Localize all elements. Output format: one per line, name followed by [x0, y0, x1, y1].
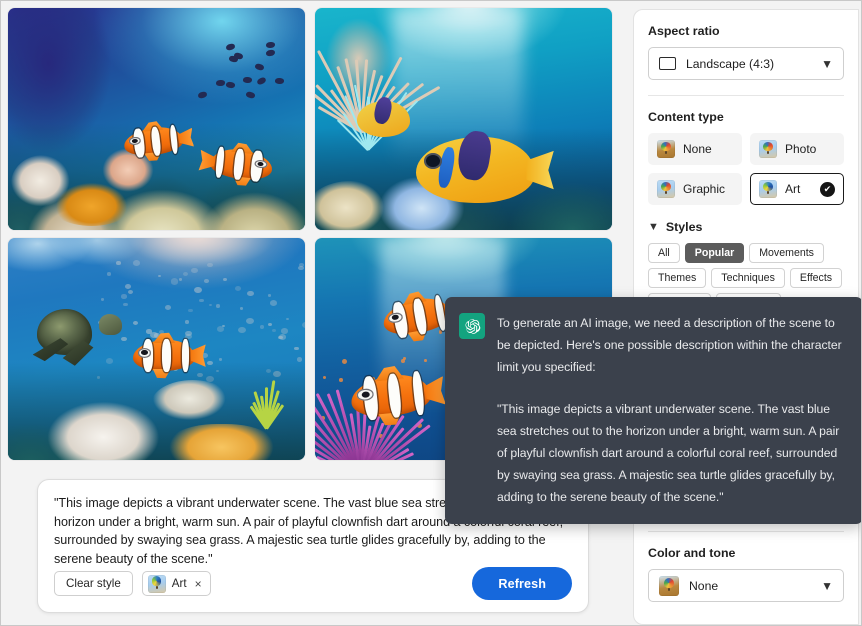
content-type-label-none: None	[683, 142, 712, 156]
green-sea-grass	[240, 371, 293, 430]
clownfish-2	[348, 372, 433, 420]
chevron-down-icon[interactable]: ▼	[821, 579, 833, 593]
aspect-ratio-select[interactable]: Landscape (4:3) ▼	[648, 47, 844, 80]
app-window: "This image depicts a vibrant underwater…	[0, 0, 862, 626]
content-type-art[interactable]: Art ✔	[750, 173, 844, 205]
style-chip-movements[interactable]: Movements	[749, 243, 824, 263]
style-chip-label: Art	[171, 577, 187, 590]
balloon-sand-icon	[659, 575, 679, 596]
close-icon[interactable]: ×	[195, 577, 202, 591]
prompt-controls: Clear style Art × Refresh	[54, 567, 572, 600]
clear-style-button[interactable]: Clear style	[54, 571, 133, 596]
balloon-sky-icon	[759, 140, 777, 158]
divider	[648, 531, 844, 532]
content-type-none[interactable]: None	[648, 133, 742, 165]
content-type-graphic[interactable]: Graphic	[648, 173, 742, 205]
content-type-label-art: Art	[785, 182, 801, 196]
generated-image-1[interactable]	[8, 8, 305, 230]
mushroom-coral	[150, 380, 234, 429]
lighting-label: Lighting	[648, 624, 844, 625]
color-and-tone-value: None	[689, 578, 719, 593]
styles-section-header[interactable]: ▼ Styles	[648, 220, 844, 234]
content-type-label-graphic: Graphic	[683, 182, 726, 196]
color-and-tone-label: Color and tone	[648, 546, 736, 560]
balloon-art-icon	[147, 574, 166, 593]
content-type-label: Content type	[648, 110, 724, 124]
style-chip-techniques[interactable]: Techniques	[711, 268, 785, 288]
style-chip-effects[interactable]: Effects	[789, 268, 843, 288]
clear-style-label: Clear style	[66, 577, 121, 590]
color-and-tone-select[interactable]: None ▼	[648, 569, 844, 602]
yellow-purple-fish	[415, 129, 554, 204]
styles-label: Styles	[665, 220, 703, 234]
checkmark-icon: ✔	[820, 181, 835, 197]
rectangle-icon	[659, 57, 676, 70]
clownfish-1	[122, 125, 185, 158]
aspect-ratio-label: Aspect ratio	[648, 24, 720, 38]
content-type-photo[interactable]: Photo	[750, 133, 844, 165]
tooltip-text: To generate an AI image, we need a descr…	[497, 312, 845, 508]
clownfish-1	[132, 332, 206, 379]
ai-description-tooltip: To generate an AI image, we need a descr…	[445, 297, 861, 524]
chevron-down-icon[interactable]: ▼	[821, 57, 833, 71]
style-chip-art[interactable]: Art ×	[141, 571, 211, 596]
balloon-art-icon	[759, 180, 777, 198]
generated-image-3[interactable]	[8, 238, 305, 460]
balloon-sky-icon	[657, 180, 675, 198]
content-type-grid: None Photo Graphic Art ✔	[648, 133, 844, 205]
small-fish	[356, 95, 411, 137]
balloon-sand-icon	[657, 140, 675, 158]
divider	[648, 95, 844, 96]
tooltip-paragraph-1: To generate an AI image, we need a descr…	[497, 316, 842, 374]
openai-logo-icon	[459, 313, 485, 339]
content-type-label-photo: Photo	[785, 142, 817, 156]
sea-turtle	[32, 305, 122, 366]
fish-school	[197, 35, 293, 106]
refresh-button[interactable]: Refresh	[472, 567, 572, 600]
chevron-down-icon[interactable]: ▼	[648, 221, 659, 233]
style-chip-popular[interactable]: Popular	[684, 243, 745, 263]
aspect-ratio-value: Landscape (4:3)	[686, 56, 775, 71]
style-chip-themes[interactable]: Themes	[648, 268, 707, 288]
tooltip-paragraph-2: "This image depicts a vibrant underwater…	[497, 402, 840, 504]
clownfish-2	[209, 147, 274, 182]
generated-image-2[interactable]	[315, 8, 612, 230]
style-chip-all[interactable]: All	[648, 243, 680, 263]
